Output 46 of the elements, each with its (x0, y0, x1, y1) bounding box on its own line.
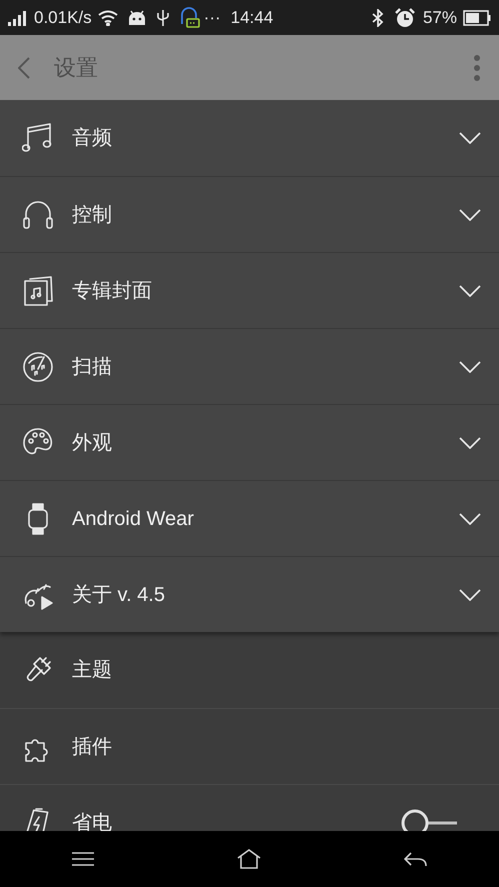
more-notifications: ··· (204, 6, 221, 29)
item-label: 插件 (72, 734, 112, 760)
chevron-down-icon (459, 588, 481, 600)
chevron-down-icon (459, 132, 481, 144)
usb-icon (156, 8, 170, 26)
network-speed: 0.01K/s (34, 6, 92, 29)
chevron-down-icon (459, 436, 481, 448)
gauge-icon (22, 350, 54, 382)
section-label: 专辑封面 (72, 278, 152, 304)
signal-icon (8, 10, 28, 26)
music-note-icon (22, 122, 54, 154)
settings-section[interactable]: 关于 v. 4.5 (0, 556, 499, 632)
toggle-switch[interactable] (401, 808, 459, 831)
back-icon[interactable] (404, 851, 428, 867)
chevron-down-icon (459, 208, 481, 220)
clock: 14:44 (230, 6, 274, 29)
item-label: 主题 (72, 658, 112, 683)
album-cover-icon (22, 274, 54, 306)
settings-section[interactable]: 专辑封面 (0, 252, 499, 328)
section-label: 关于 v. 4.5 (72, 582, 165, 608)
item-label: 省电 (72, 810, 112, 831)
settings-section[interactable]: 控制 (0, 176, 499, 252)
section-label: 扫描 (72, 354, 112, 380)
section-label: 音频 (72, 126, 112, 151)
battery-level-icon (463, 10, 491, 26)
settings-section[interactable]: 音频 (0, 100, 499, 176)
section-label: 控制 (72, 202, 112, 228)
settings-item[interactable]: 插件 (0, 708, 499, 784)
home-icon[interactable] (236, 849, 260, 869)
menu-icon[interactable] (72, 852, 94, 866)
settings-item[interactable]: 主题 (0, 632, 499, 708)
settings-section[interactable]: Android Wear (0, 480, 499, 556)
chevron-down-icon (459, 284, 481, 296)
page-title: 设置 (54, 54, 98, 82)
section-label: 外观 (72, 430, 112, 456)
settings-section[interactable]: 扫描 (0, 328, 499, 404)
wifi-icon (98, 10, 118, 26)
settings-section[interactable]: 外观 (0, 404, 499, 480)
chevron-down-icon (459, 512, 481, 524)
headphones-icon (22, 198, 54, 230)
bluetooth-icon (370, 8, 385, 26)
section-label: Android Wear (72, 506, 194, 532)
battery-percent: 57% (422, 6, 457, 29)
android-icon (128, 10, 146, 26)
chevron-down-icon (459, 360, 481, 372)
alarm-icon (394, 8, 415, 28)
